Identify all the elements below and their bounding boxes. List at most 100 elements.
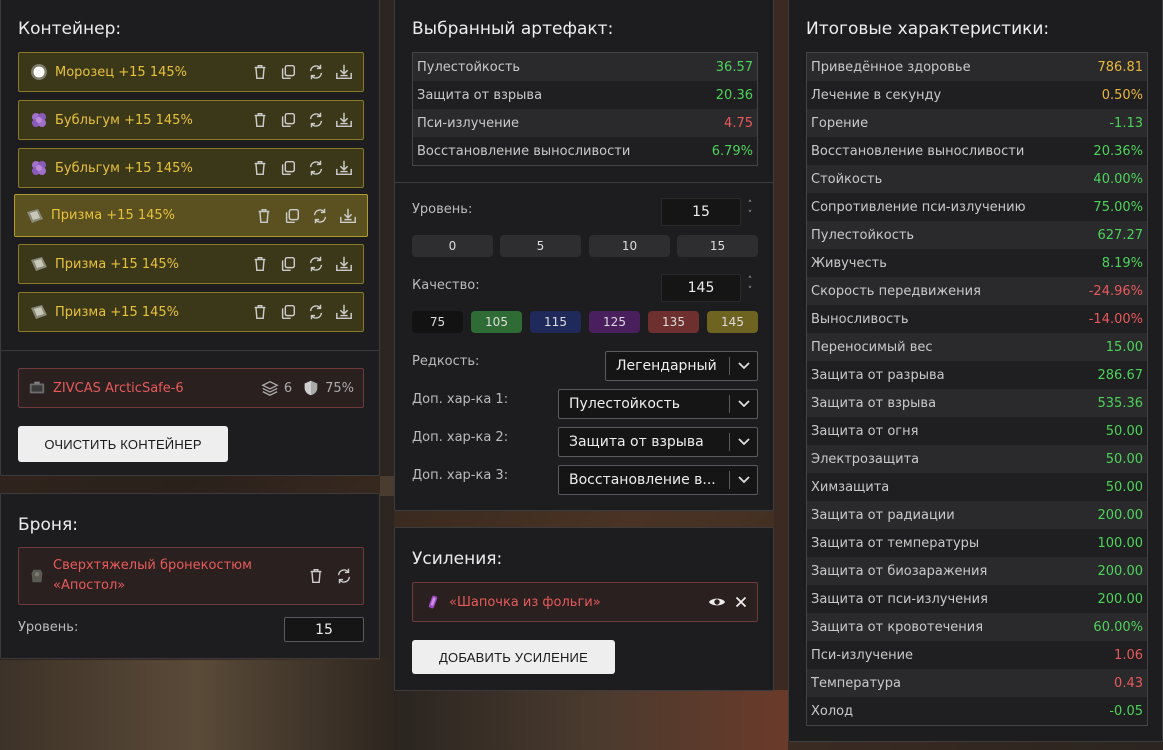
shield-icon — [301, 378, 321, 398]
artifact-item[interactable]: Призма +15 145% — [18, 244, 364, 284]
artifact-label: Морозец +15 145% — [55, 64, 187, 80]
container-box[interactable]: ZIVCAS ArcticSafe-6 6 75% — [18, 368, 364, 408]
level-preset-button[interactable]: 15 — [677, 235, 758, 257]
total-name: Стойкость — [811, 171, 883, 187]
swap-icon[interactable] — [306, 302, 326, 322]
stat-row: Пулестойкость 36.57 — [413, 53, 757, 81]
swap-icon[interactable] — [334, 566, 354, 586]
boosts-panel: Усиления: «Шапочка из фольги» ДОБАВИТЬ У… — [394, 527, 774, 691]
swap-icon[interactable] — [306, 254, 326, 274]
total-name: Лечение в секунду — [811, 87, 942, 103]
total-value: 200.00 — [1097, 507, 1144, 523]
trash-icon[interactable] — [250, 302, 270, 322]
trash-icon[interactable] — [250, 158, 270, 178]
rarity-select[interactable]: Легендарный — [605, 351, 758, 381]
copy-icon[interactable] — [278, 254, 298, 274]
trash-icon[interactable] — [254, 206, 274, 226]
level-preset-button[interactable]: 0 — [412, 235, 493, 257]
total-row: Сопротивление пси-излучению 75.00% — [807, 193, 1147, 221]
download-icon[interactable] — [334, 158, 354, 178]
quality-stepper[interactable]: ˄ ˅ — [745, 276, 755, 296]
total-row: Горение -1.13 — [807, 109, 1147, 137]
copy-icon[interactable] — [282, 206, 302, 226]
download-icon[interactable] — [334, 302, 354, 322]
totals-table: Приведённое здоровье 786.81 Лечение в секу… — [806, 52, 1148, 726]
total-value: 535.36 — [1097, 395, 1144, 411]
total-value: 627.27 — [1097, 227, 1144, 243]
add-boost-button[interactable]: ДОБАВИТЬ УСИЛЕНИЕ — [412, 640, 615, 674]
quality-input[interactable]: 145 — [661, 274, 741, 302]
total-row: Защита от биозаражения 200.00 — [807, 557, 1147, 585]
quality-preset-button[interactable]: 75 — [412, 311, 463, 333]
quality-preset-button[interactable]: 135 — [648, 311, 699, 333]
eye-icon[interactable] — [707, 592, 727, 612]
extra3-select[interactable]: Восстановление в... — [558, 465, 758, 495]
stat-row: Защита от взрыва 20.36 — [413, 81, 757, 109]
total-row: Восстановление выносливости 20.36% — [807, 137, 1147, 165]
container-case-icon — [27, 378, 47, 398]
total-name: Выносливость — [811, 311, 909, 327]
total-name: Защита от огня — [811, 423, 919, 439]
quality-preset-button[interactable]: 145 — [707, 311, 758, 333]
swap-icon[interactable] — [306, 62, 326, 82]
total-row: Пси-излучение 1.06 — [807, 641, 1147, 669]
copy-icon[interactable] — [278, 158, 298, 178]
close-icon[interactable] — [731, 592, 751, 612]
trash-icon[interactable] — [250, 254, 270, 274]
total-value: 60.00% — [1093, 619, 1143, 635]
total-value: 200.00 — [1097, 563, 1144, 579]
total-value: 40.00% — [1093, 171, 1143, 187]
total-value: 786.81 — [1097, 59, 1144, 75]
artifact-stats-table: Пулестойкость 36.57 Защита от взрыва 20.36 П… — [412, 52, 758, 166]
artifact-item[interactable]: Бубльгум +15 145% — [18, 100, 364, 140]
trash-icon[interactable] — [250, 62, 270, 82]
layers-icon — [260, 378, 280, 398]
boost-item[interactable]: «Шапочка из фольги» — [412, 582, 758, 622]
extra1-select[interactable]: Пулестойкость — [558, 389, 758, 419]
extra2-select[interactable]: Защита от взрыва — [558, 427, 758, 457]
level-preset-button[interactable]: 10 — [589, 235, 670, 257]
total-name: Защита от пси-излучения — [811, 591, 988, 607]
swap-icon[interactable] — [306, 110, 326, 130]
extra2-label: Доп. хар-ка 2: — [412, 430, 509, 445]
level-stepper[interactable]: ˄ ˅ — [745, 200, 755, 220]
artifact-item[interactable]: Бубльгум +15 145% — [18, 148, 364, 188]
armor-level-input[interactable]: 15 — [284, 617, 364, 642]
download-icon[interactable] — [334, 254, 354, 274]
total-value: 50.00 — [1105, 423, 1143, 439]
swap-icon[interactable] — [310, 206, 330, 226]
trash-icon[interactable] — [250, 110, 270, 130]
quality-preset-button[interactable]: 105 — [471, 311, 522, 333]
syringe-icon — [423, 592, 443, 612]
download-icon[interactable] — [334, 62, 354, 82]
level-preset-button[interactable]: 5 — [500, 235, 581, 257]
copy-icon[interactable] — [278, 110, 298, 130]
prism-icon — [25, 206, 45, 226]
armor-item[interactable]: Сверхтяжелый бронекостюм «Апостол» — [18, 547, 364, 605]
total-row: Защита от огня 50.00 — [807, 417, 1147, 445]
total-row: Защита от пси-излучения 200.00 — [807, 585, 1147, 613]
download-icon[interactable] — [338, 206, 358, 226]
clear-container-button[interactable]: ОЧИСТИТЬ КОНТЕЙНЕР — [18, 426, 228, 462]
total-value: 0.50% — [1101, 87, 1143, 103]
total-name: Скорость передвижения — [811, 283, 981, 299]
armor-suit-icon — [27, 566, 47, 586]
quality-preset-button[interactable]: 115 — [530, 311, 581, 333]
totals-panel: Итоговые характеристики: Приведённое здо… — [788, 0, 1163, 742]
download-icon[interactable] — [334, 110, 354, 130]
artifact-item[interactable]: Призма +15 145% — [14, 194, 368, 237]
artifact-item[interactable]: Морозец +15 145% — [18, 52, 364, 92]
copy-icon[interactable] — [278, 62, 298, 82]
boost-name: «Шапочка из фольги» — [449, 594, 601, 610]
frost-orb-icon — [29, 62, 49, 82]
total-row: Защита от температуры 100.00 — [807, 529, 1147, 557]
total-row: Стойкость 40.00% — [807, 165, 1147, 193]
quality-preset-button[interactable]: 125 — [589, 311, 640, 333]
trash-icon[interactable] — [306, 566, 326, 586]
copy-icon[interactable] — [278, 302, 298, 322]
stat-value: 20.36 — [715, 87, 753, 103]
level-input[interactable]: 15 — [661, 198, 741, 226]
swap-icon[interactable] — [306, 158, 326, 178]
artifact-item[interactable]: Призма +15 145% — [18, 292, 364, 332]
artifact-label: Бубльгум +15 145% — [55, 160, 193, 176]
